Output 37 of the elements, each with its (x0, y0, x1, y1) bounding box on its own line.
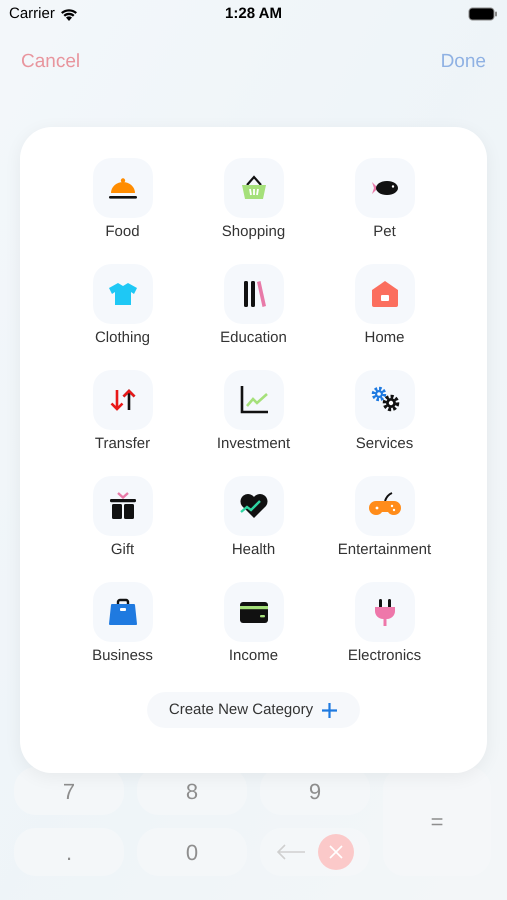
category-label: Pet (373, 222, 396, 242)
category-label: Entertainment (338, 540, 432, 560)
category-label: Clothing (94, 328, 150, 348)
category-label: Health (232, 540, 276, 560)
category-label: Business (92, 646, 153, 666)
category-button[interactable] (92, 476, 152, 536)
plus-icon (321, 702, 338, 718)
category-button[interactable] (354, 158, 414, 218)
category-label: Income (228, 646, 278, 666)
category-label: Services (356, 434, 414, 454)
category-button[interactable] (224, 264, 284, 324)
left-arrow-icon (276, 844, 306, 860)
done-button[interactable]: Done (440, 48, 486, 76)
category-button[interactable] (224, 370, 284, 430)
keypad-key[interactable]: 7 (14, 767, 124, 815)
wifi-icon (60, 8, 78, 20)
category-label: Shopping (222, 222, 286, 242)
category-label: Electronics (348, 646, 422, 666)
category-button[interactable] (224, 582, 284, 642)
cancel-button[interactable]: Cancel (21, 48, 80, 76)
clear-icon (318, 834, 354, 870)
category-button[interactable] (224, 476, 284, 536)
category-button[interactable] (354, 370, 414, 430)
category-label: Gift (110, 540, 134, 560)
keypad-key[interactable]: 0 (137, 828, 247, 876)
keypad-key[interactable]: . (14, 828, 124, 876)
carrier-label: Carrier (9, 4, 55, 24)
category-label: Investment (216, 434, 290, 454)
category-label: Education (220, 328, 287, 348)
clock-time: 1:28 AM (225, 4, 282, 24)
briefcase-icon (106, 596, 138, 628)
category-label: Food (105, 222, 140, 242)
line-chart-icon (238, 384, 270, 416)
category-label: Transfer (94, 434, 150, 454)
battery-icon (468, 7, 498, 21)
category-label: Home (364, 328, 404, 348)
create-category-button[interactable]: Create New Category (146, 692, 360, 728)
